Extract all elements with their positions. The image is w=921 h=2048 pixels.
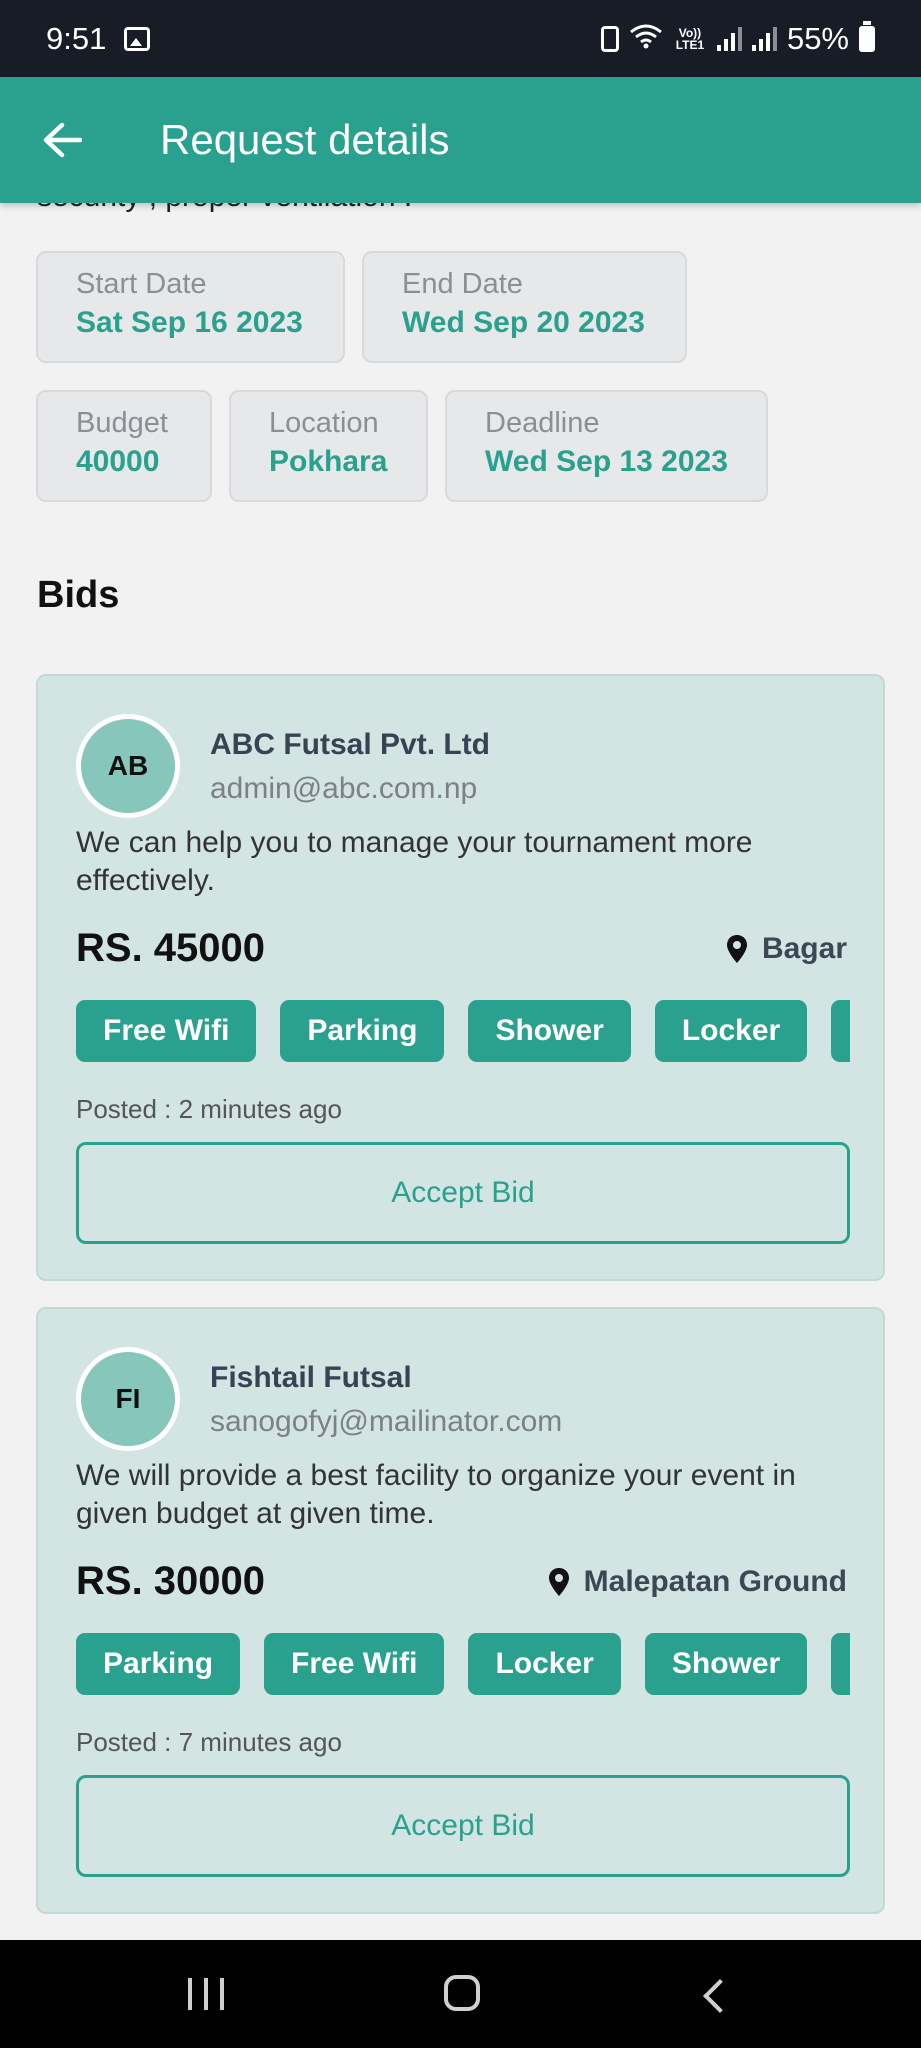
system-back-icon[interactable] [703,1979,737,2013]
battery-percent: 55% [786,20,849,56]
gallery-notification-icon [124,26,151,51]
facility-tag [831,1633,850,1695]
budget-chip: Budget 40000 [36,390,212,502]
app-bar: Request details [0,77,921,203]
sim-card-icon [600,25,619,52]
facility-tag: Shower [468,1000,631,1062]
recents-icon[interactable] [188,1978,224,2010]
bid-card: FI Fishtail Futsal sanogofyj@mailinator.… [36,1307,885,1914]
budget-label: Budget [76,407,168,439]
location-pin-icon [726,935,747,963]
status-bar: 9:51 Vo)) LTE1 55% [0,0,921,77]
start-date-value: Sat Sep 16 2023 [76,306,303,339]
bidder-email: sanogofyj@mailinator.com [210,1405,563,1438]
bid-location: Bagar [726,932,847,966]
accept-bid-button[interactable]: Accept Bid [76,1142,850,1244]
bid-location: Malepatan Ground [548,1565,847,1599]
facility-tag: Locker [654,1000,808,1062]
signal-strength-icon-2 [751,26,777,51]
facility-tag: Parking [76,1633,241,1695]
bid-location-text: Bagar [761,932,847,965]
bid-card: AB ABC Futsal Pvt. Ltd admin@abc.com.np … [36,674,885,1281]
accept-bid-button[interactable]: Accept Bid [76,1775,850,1877]
page-title: Request details [160,116,450,163]
avatar: FI [76,1347,180,1451]
posted-time: Posted : 2 minutes ago [76,1094,342,1124]
location-label: Location [269,407,379,439]
bid-price: RS. 30000 [76,1559,266,1603]
bid-location-text: Malepatan Ground [583,1565,847,1598]
deadline-value: Wed Sep 13 2023 [485,445,728,478]
facility-tag [831,1000,850,1062]
bidder-email: admin@abc.com.np [210,772,478,805]
status-time: 9:51 [46,20,107,56]
deadline-label: Deadline [485,407,600,439]
location-chip: Location Pokhara [229,390,428,502]
bidder-name: ABC Futsal Pvt. Ltd [210,728,491,761]
facility-tag: Free Wifi [264,1633,445,1695]
start-date-chip: Start Date Sat Sep 16 2023 [36,251,345,363]
signal-strength-icon [716,26,742,51]
posted-time: Posted : 7 minutes ago [76,1727,342,1757]
deadline-chip: Deadline Wed Sep 13 2023 [445,390,768,502]
start-date-label: Start Date [76,268,207,300]
avatar: AB [76,714,180,818]
facility-tags: Parking Free Wifi Locker Shower [76,1633,850,1697]
status-indicators: Vo)) LTE1 55% [600,20,875,57]
facility-tags: Free Wifi Parking Shower Locker [76,1000,850,1064]
battery-icon [859,20,875,52]
location-value: Pokhara [269,445,388,478]
facility-tag: Free Wifi [76,1000,257,1062]
arrow-left-icon [43,122,82,158]
facility-tag: Shower [644,1633,808,1695]
end-date-value: Wed Sep 20 2023 [402,306,645,339]
wifi-icon [629,21,663,57]
home-icon[interactable] [444,1975,480,2011]
end-date-label: End Date [402,268,523,300]
bidder-name: Fishtail Futsal [210,1361,412,1394]
volte-lte-icon: Vo)) LTE1 [675,25,705,52]
bid-price: RS. 45000 [76,926,266,970]
bid-message: We will provide a best facility to organ… [76,1459,796,1530]
facility-tag: Parking [280,1000,445,1062]
location-pin-icon [548,1568,569,1596]
system-nav-bar [0,1940,921,2048]
end-date-chip: End Date Wed Sep 20 2023 [362,251,687,363]
bids-section-title: Bids [37,574,120,616]
facility-tag: Locker [468,1633,621,1695]
budget-value: 40000 [76,445,160,478]
bid-message: We can help you to manage your tournamen… [76,826,753,897]
back-button[interactable] [32,110,92,170]
